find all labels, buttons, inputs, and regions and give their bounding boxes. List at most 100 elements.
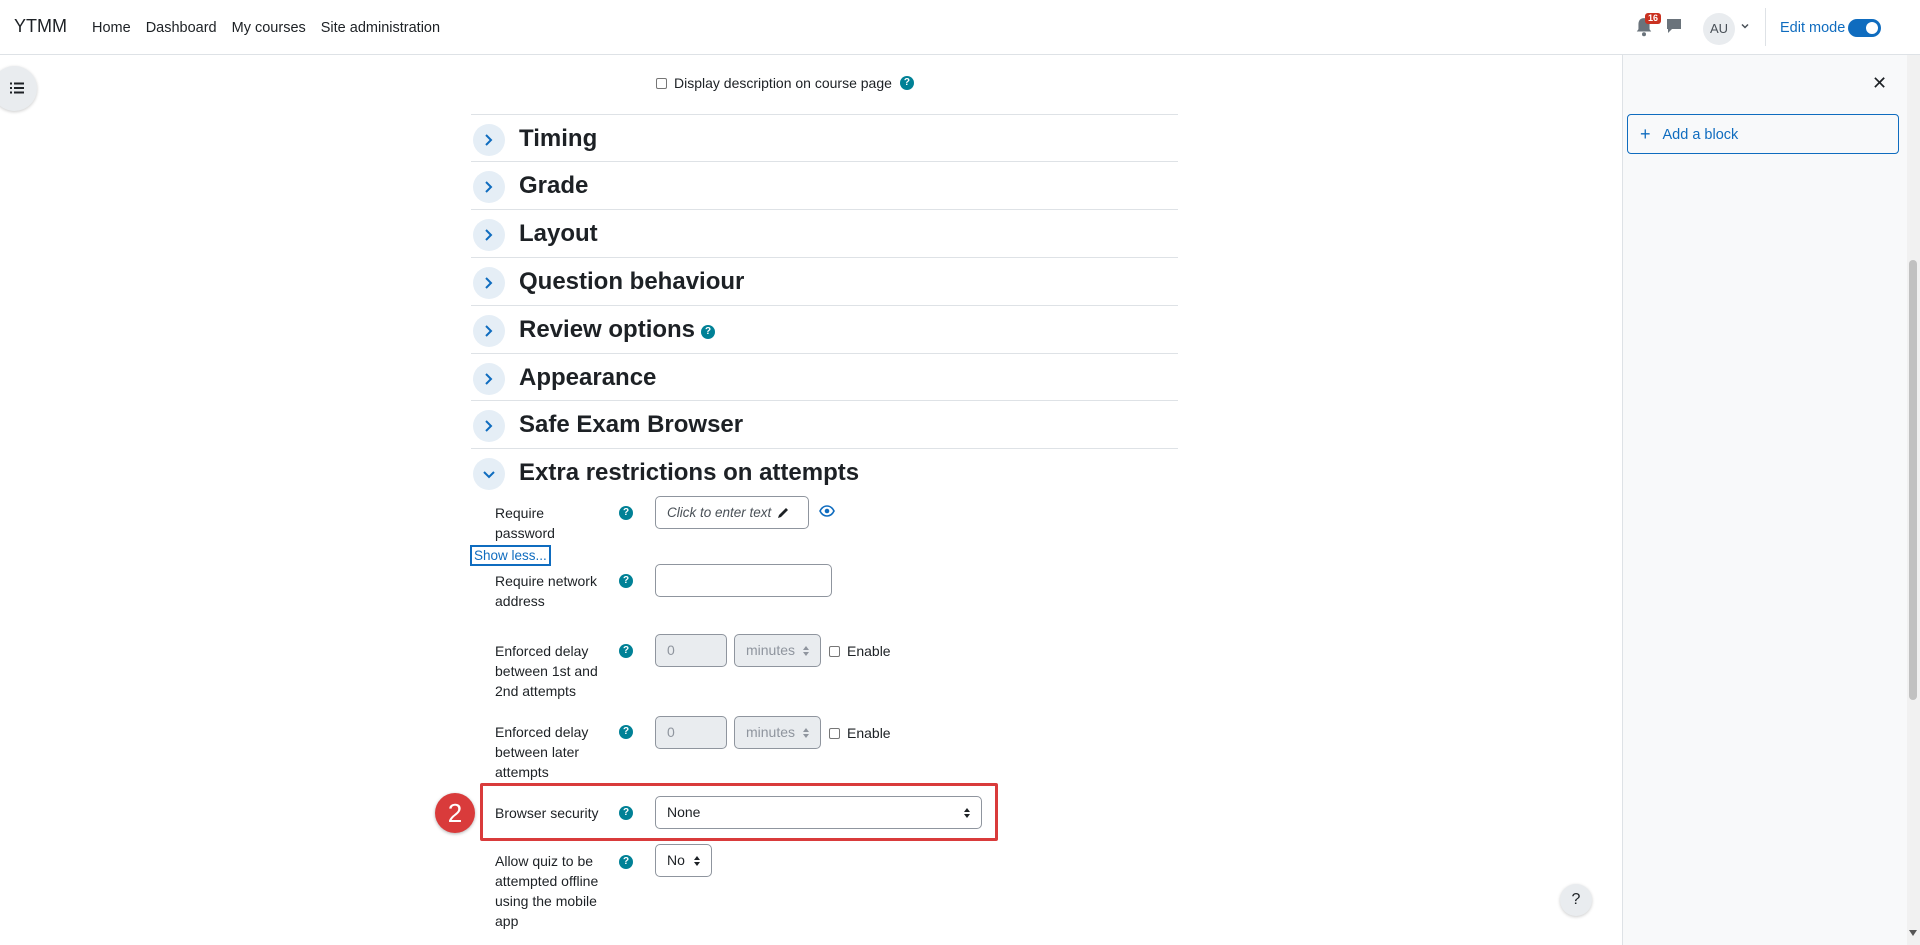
section-title[interactable]: Question behaviour xyxy=(519,268,744,296)
add-block-button[interactable]: + Add a block xyxy=(1627,114,1899,154)
expand-section-button[interactable] xyxy=(473,124,505,156)
section-title[interactable]: Timing xyxy=(519,125,597,153)
section-title[interactable]: Safe Exam Browser xyxy=(519,411,743,439)
require-password-label: Require password xyxy=(495,505,555,541)
delay-later-value[interactable]: 0 xyxy=(655,716,727,749)
delay-first-second-enable: Enable xyxy=(829,643,891,659)
block-drawer xyxy=(1622,55,1907,945)
help-icon[interactable]: ? xyxy=(619,506,633,520)
section-title[interactable]: Extra restrictions on attempts xyxy=(519,459,859,487)
chevron-right-icon xyxy=(485,181,493,193)
require-network-input[interactable] xyxy=(655,564,832,597)
enable-label: Enable xyxy=(847,725,891,741)
offline-attempts-select[interactable]: No xyxy=(655,844,712,877)
help-icon[interactable]: ? xyxy=(619,806,633,820)
select-arrows-icon xyxy=(694,856,700,866)
browser-security-select[interactable]: None xyxy=(655,796,982,829)
unit-select-value: minutes xyxy=(746,724,796,740)
browser-security-label: Browser security xyxy=(495,805,599,821)
display-description-label: Display description on course page xyxy=(674,75,892,91)
delay-first-second-value[interactable]: 0 xyxy=(655,634,727,667)
select-arrows-icon xyxy=(803,646,809,656)
enable-checkbox[interactable] xyxy=(829,727,840,739)
section-extra-restrictions[interactable]: Extra restrictions on attempts xyxy=(471,448,1178,496)
expand-section-button[interactable] xyxy=(473,315,505,347)
require-password-placeholder: Click to enter text xyxy=(667,505,772,520)
section-title[interactable]: Appearance xyxy=(519,364,656,392)
chevron-down-icon xyxy=(483,471,495,479)
delay-first-second-unit-select[interactable]: minutes xyxy=(734,634,821,667)
section-layout[interactable]: Layout xyxy=(471,209,1178,257)
section-safe-exam-browser[interactable]: Safe Exam Browser xyxy=(471,400,1178,448)
help-icon[interactable]: ? xyxy=(701,325,716,339)
section-appearance[interactable]: Appearance xyxy=(471,353,1178,401)
expand-section-button[interactable] xyxy=(473,267,505,299)
course-index-toggle[interactable] xyxy=(0,66,37,111)
scrollbar-thumb[interactable] xyxy=(1909,260,1917,700)
delay-later-enable: Enable xyxy=(829,725,891,741)
collapse-section-button[interactable] xyxy=(473,458,505,490)
nav-site-administration[interactable]: Site administration xyxy=(321,20,440,36)
nav-home[interactable]: Home xyxy=(92,20,131,36)
nav-dashboard[interactable]: Dashboard xyxy=(146,20,217,36)
expand-section-button[interactable] xyxy=(473,219,505,251)
help-icon[interactable]: ? xyxy=(899,76,914,90)
offline-attempts-label: Allow quiz to be attempted offline using… xyxy=(495,853,599,929)
section-title[interactable]: Layout xyxy=(519,220,598,248)
floating-help-button[interactable]: ? xyxy=(1560,884,1592,916)
section-question-behaviour[interactable]: Question behaviour xyxy=(471,257,1178,305)
enable-label: Enable xyxy=(847,643,891,659)
select-arrows-icon xyxy=(803,728,809,738)
section-review-options[interactable]: Review options? xyxy=(471,305,1178,353)
section-grade[interactable]: Grade xyxy=(471,161,1178,209)
offline-attempts-value: No xyxy=(667,852,685,868)
user-avatar[interactable]: AU xyxy=(1703,13,1735,45)
help-icon[interactable]: ? xyxy=(619,644,633,658)
select-arrows-icon xyxy=(964,808,970,818)
edit-mode-label: Edit mode xyxy=(1780,20,1846,36)
require-network-label: Require network address xyxy=(495,573,597,609)
edit-mode-toggle[interactable] xyxy=(1848,19,1881,37)
chevron-right-icon xyxy=(485,277,493,289)
top-navbar: YTMM Home Dashboard My courses Site admi… xyxy=(0,0,1920,55)
require-password-inplace-editor[interactable]: Click to enter text xyxy=(655,496,809,529)
chevron-right-icon xyxy=(485,325,493,337)
expand-section-button[interactable] xyxy=(473,410,505,442)
delay-later-unit-select[interactable]: minutes xyxy=(734,716,821,749)
expand-section-button[interactable] xyxy=(473,171,505,203)
plus-icon: + xyxy=(1640,124,1651,144)
scroll-down-arrow-icon[interactable] xyxy=(1909,930,1917,936)
step-number-badge: 2 xyxy=(435,793,475,833)
delay-first-second-label: Enforced delay between 1st and 2nd attem… xyxy=(495,643,598,699)
description-editor-edge xyxy=(654,54,1168,55)
delay-later-label: Enforced delay between later attempts xyxy=(495,724,589,780)
unit-select-value: minutes xyxy=(746,642,796,658)
browser-security-value: None xyxy=(667,804,701,820)
chevron-right-icon xyxy=(485,134,493,146)
display-description-checkbox[interactable] xyxy=(656,77,667,89)
list-icon xyxy=(10,82,24,94)
nav-my-courses[interactable]: My courses xyxy=(232,20,306,36)
show-less-link[interactable]: Show less... xyxy=(470,545,551,566)
messages-icon[interactable] xyxy=(1665,17,1683,35)
section-title-wrap: Review options? xyxy=(519,316,716,344)
pencil-icon xyxy=(778,508,788,518)
help-icon[interactable]: ? xyxy=(619,855,633,869)
section-timing[interactable]: Timing xyxy=(471,114,1178,162)
reveal-password-eye-icon[interactable] xyxy=(819,505,835,517)
help-icon[interactable]: ? xyxy=(619,725,633,739)
help-icon[interactable]: ? xyxy=(619,574,633,588)
chevron-right-icon xyxy=(485,420,493,432)
expand-section-button[interactable] xyxy=(473,363,505,395)
primary-nav: Home Dashboard My courses Site administr… xyxy=(92,20,440,36)
enable-checkbox[interactable] xyxy=(829,645,840,657)
section-title[interactable]: Grade xyxy=(519,172,588,200)
chevron-down-icon[interactable] xyxy=(1740,21,1750,31)
chevron-right-icon xyxy=(485,229,493,241)
site-brand[interactable]: YTMM xyxy=(14,16,67,37)
close-icon[interactable]: ✕ xyxy=(1872,73,1887,94)
section-title[interactable]: Review options xyxy=(519,316,695,343)
add-block-label: Add a block xyxy=(1662,127,1739,143)
nav-divider xyxy=(1765,8,1766,46)
notification-count-badge: 16 xyxy=(1645,13,1662,24)
